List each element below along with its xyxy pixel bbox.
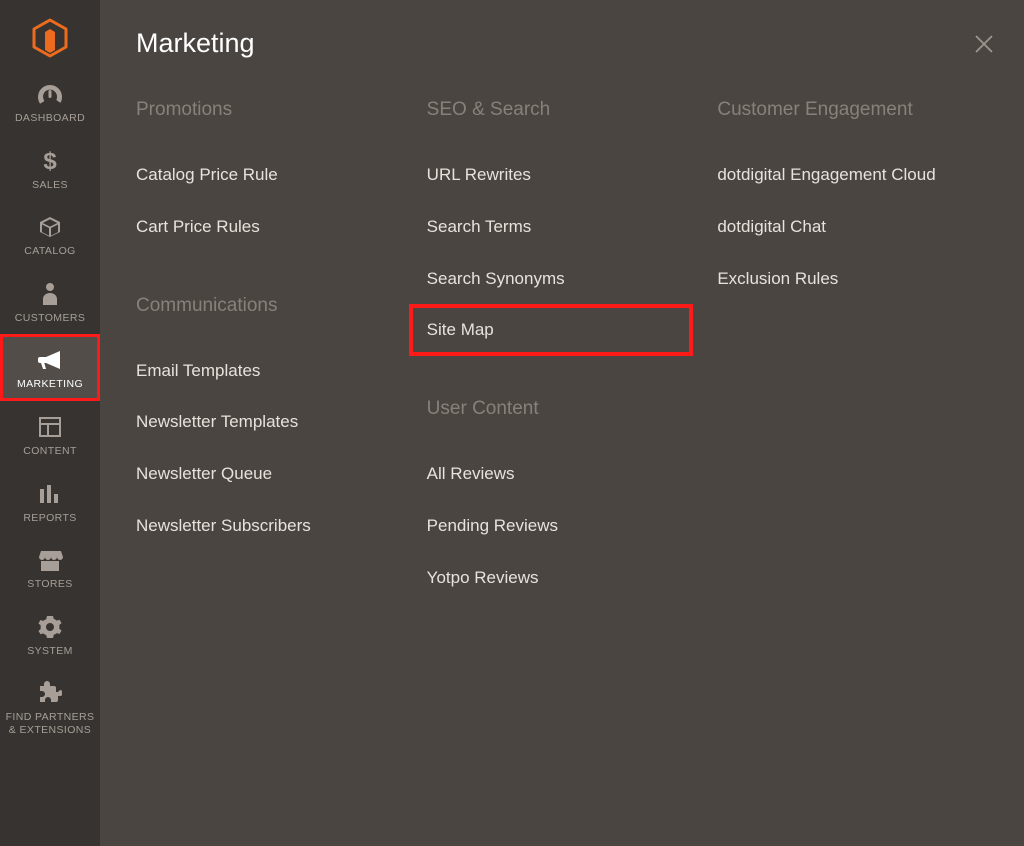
- sidebar-item-content[interactable]: CONTENT: [0, 401, 100, 468]
- panel-title: Marketing: [136, 28, 996, 59]
- link-catalog-price-rule[interactable]: Catalog Price Rule: [136, 149, 415, 201]
- panel-column: Customer Engagement dotdigital Engagemen…: [717, 99, 996, 646]
- sidebar-item-catalog[interactable]: CATALOG: [0, 201, 100, 268]
- sidebar-item-partners[interactable]: FIND PARTNERS & EXTENSIONS: [0, 667, 100, 746]
- link-pending-reviews[interactable]: Pending Reviews: [427, 500, 706, 552]
- sidebar-item-label: CATALOG: [24, 245, 75, 258]
- section-heading: User Content: [427, 398, 706, 420]
- panel-column: SEO & Search URL Rewrites Search Terms S…: [427, 99, 706, 646]
- link-newsletter-queue[interactable]: Newsletter Queue: [136, 448, 415, 500]
- close-button[interactable]: [968, 28, 1000, 60]
- link-search-terms[interactable]: Search Terms: [427, 201, 706, 253]
- section-seo-search: SEO & Search URL Rewrites Search Terms S…: [427, 99, 706, 356]
- section-heading: Customer Engagement: [717, 99, 996, 121]
- sidebar-item-label: DASHBOARD: [15, 112, 85, 125]
- section-heading: Promotions: [136, 99, 415, 121]
- link-all-reviews[interactable]: All Reviews: [427, 448, 706, 500]
- cube-icon: [38, 213, 62, 241]
- marketing-panel: Marketing Promotions Catalog Price Rule …: [100, 0, 1024, 846]
- link-url-rewrites[interactable]: URL Rewrites: [427, 149, 706, 201]
- sidebar-item-sales[interactable]: $ SALES: [0, 135, 100, 202]
- sidebar-item-label: CUSTOMERS: [15, 312, 86, 325]
- link-dotdigital-chat[interactable]: dotdigital Chat: [717, 201, 996, 253]
- link-newsletter-subscribers[interactable]: Newsletter Subscribers: [136, 500, 415, 552]
- link-dotdigital-engagement[interactable]: dotdigital Engagement Cloud: [717, 149, 996, 201]
- sidebar-item-label: CONTENT: [23, 445, 77, 458]
- panel-column: Promotions Catalog Price Rule Cart Price…: [136, 99, 415, 646]
- link-email-templates[interactable]: Email Templates: [136, 345, 415, 397]
- sidebar-item-customers[interactable]: CUSTOMERS: [0, 268, 100, 335]
- magento-logo[interactable]: [0, 8, 100, 68]
- layout-icon: [38, 413, 62, 441]
- sidebar-item-label: SYSTEM: [27, 645, 73, 658]
- sidebar-item-dashboard[interactable]: DASHBOARD: [0, 68, 100, 135]
- section-customer-engagement: Customer Engagement dotdigital Engagemen…: [717, 99, 996, 304]
- link-cart-price-rules[interactable]: Cart Price Rules: [136, 201, 415, 253]
- section-user-content: User Content All Reviews Pending Reviews…: [427, 398, 706, 603]
- sidebar-item-label: FIND PARTNERS & EXTENSIONS: [4, 711, 96, 736]
- section-promotions: Promotions Catalog Price Rule Cart Price…: [136, 99, 415, 253]
- dollar-icon: $: [41, 147, 59, 175]
- link-exclusion-rules[interactable]: Exclusion Rules: [717, 253, 996, 305]
- sidebar-item-label: SALES: [32, 179, 68, 192]
- link-search-synonyms[interactable]: Search Synonyms: [427, 253, 706, 305]
- panel-columns: Promotions Catalog Price Rule Cart Price…: [136, 99, 996, 646]
- sidebar-item-label: MARKETING: [17, 378, 83, 391]
- sidebar-item-marketing[interactable]: MARKETING: [0, 334, 100, 401]
- sidebar-item-stores[interactable]: STORES: [0, 534, 100, 601]
- gear-icon: [38, 613, 62, 641]
- section-heading: SEO & Search: [427, 99, 706, 121]
- link-newsletter-templates[interactable]: Newsletter Templates: [136, 396, 415, 448]
- section-communications: Communications Email Templates Newslette…: [136, 295, 415, 552]
- section-heading: Communications: [136, 295, 415, 317]
- gauge-icon: [36, 80, 64, 108]
- sidebar-item-reports[interactable]: REPORTS: [0, 468, 100, 535]
- sidebar-item-label: REPORTS: [23, 512, 76, 525]
- person-icon: [41, 280, 59, 308]
- bar-chart-icon: [38, 480, 62, 508]
- link-site-map[interactable]: Site Map: [409, 304, 706, 356]
- megaphone-icon: [36, 346, 64, 374]
- admin-sidebar: DASHBOARD $ SALES CATALOG CUSTOMERS MARK…: [0, 0, 100, 846]
- link-yotpo-reviews[interactable]: Yotpo Reviews: [427, 552, 706, 604]
- close-icon: [974, 34, 994, 54]
- sidebar-item-system[interactable]: SYSTEM: [0, 601, 100, 668]
- puzzle-icon: [38, 679, 62, 707]
- svg-text:$: $: [43, 148, 57, 174]
- sidebar-item-label: STORES: [27, 578, 72, 591]
- storefront-icon: [37, 546, 63, 574]
